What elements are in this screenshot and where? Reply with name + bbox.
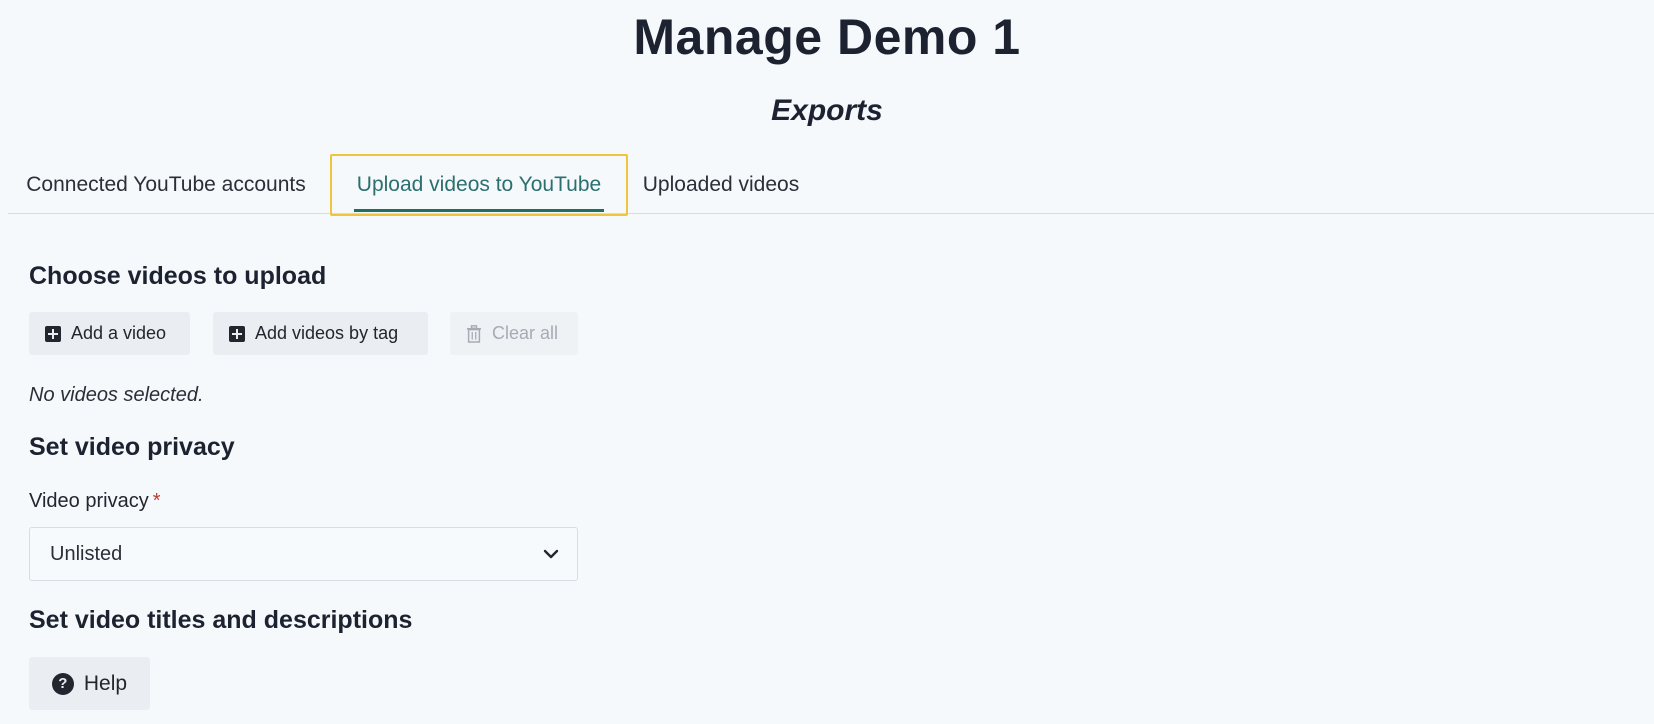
page: Manage Demo 1 Exports Connected YouTube … <box>0 0 1654 724</box>
trash-icon <box>467 324 481 343</box>
tab-connected-youtube-accounts[interactable]: Connected YouTube accounts <box>8 156 324 214</box>
video-privacy-heading: Set video privacy <box>29 433 235 461</box>
required-asterisk: * <box>152 490 161 512</box>
page-title: Manage Demo 1 <box>633 9 1021 65</box>
video-privacy-select[interactable]: Unlisted <box>29 527 578 581</box>
add-video-button[interactable]: Add a video <box>29 312 190 355</box>
tab-upload-videos-to-youtube[interactable]: Upload videos to YouTube <box>330 154 628 216</box>
plus-square-icon <box>45 325 61 342</box>
no-videos-selected-text: No videos selected. <box>29 384 204 406</box>
help-label: Help <box>83 671 128 695</box>
help-button[interactable]: ? Help <box>29 657 150 710</box>
video-titles-heading: Set video titles and descriptions <box>29 606 413 634</box>
add-video-label: Add a video <box>71 323 167 343</box>
video-privacy-label-text: Video privacy <box>29 490 149 512</box>
plus-square-icon <box>229 325 245 342</box>
add-videos-by-tag-label: Add videos by tag <box>255 323 399 343</box>
clear-all-label: Clear all <box>492 323 559 343</box>
tab-uploaded-videos[interactable]: Uploaded videos <box>628 156 814 214</box>
chevron-down-icon <box>543 549 559 559</box>
tab-bar: Connected YouTube accounts Upload videos… <box>8 154 1654 216</box>
choose-videos-heading: Choose videos to upload <box>29 262 327 290</box>
video-privacy-selected-value: Unlisted <box>50 542 123 565</box>
add-videos-by-tag-button[interactable]: Add videos by tag <box>213 312 428 355</box>
clear-all-button[interactable]: Clear all <box>450 312 578 355</box>
section-title: Exports <box>771 94 883 127</box>
question-circle-icon: ? <box>51 672 74 695</box>
video-privacy-label: Video privacy * <box>29 490 161 513</box>
